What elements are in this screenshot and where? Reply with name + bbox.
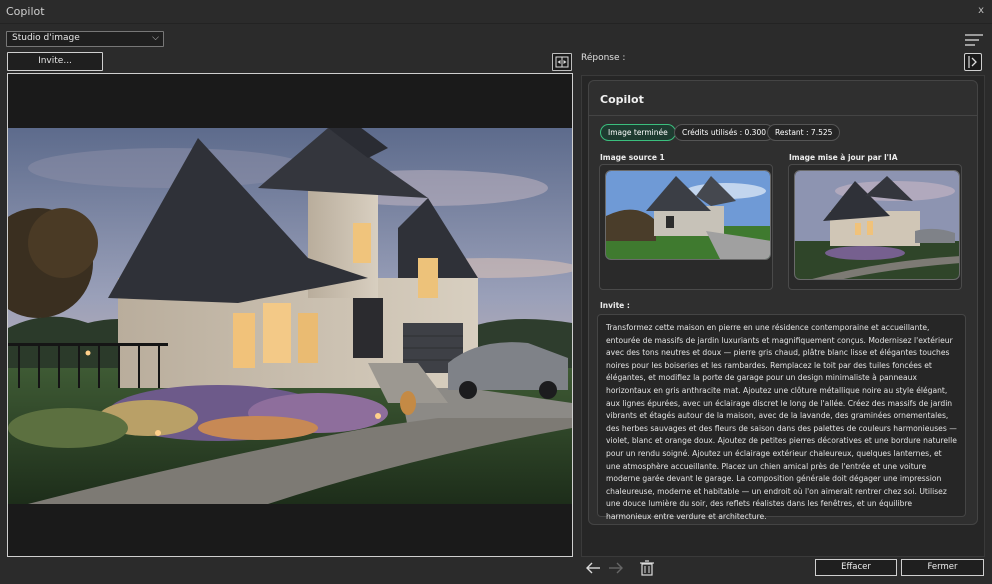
prompt-text[interactable]: Transformez cette maison en pierre en un… [597, 314, 966, 521]
collapse-panel-icon [968, 56, 977, 68]
window-title: Copilot [6, 5, 45, 18]
studio-select[interactable]: Studio d'image ⌵ [6, 31, 164, 47]
menu-button[interactable] [963, 31, 985, 49]
source-image-label: Image source 1 [600, 153, 665, 162]
invite-button[interactable]: Invite... [7, 52, 103, 71]
clear-button[interactable]: Effacer [815, 559, 897, 576]
updated-image-thumbnail[interactable] [794, 170, 960, 280]
collapse-panel-button[interactable] [964, 53, 982, 71]
arrow-right-icon [609, 562, 623, 574]
response-label: Réponse : [581, 53, 626, 63]
delete-button[interactable] [637, 559, 657, 577]
previous-button[interactable] [583, 559, 603, 577]
source-image-thumbnail[interactable] [605, 170, 771, 260]
window-titlebar: Copilot x [0, 0, 992, 24]
studio-select-value: Studio d'image [12, 33, 80, 43]
chevron-down-icon: ⌵ [152, 33, 159, 43]
close-window-button[interactable]: x [978, 5, 984, 16]
image-canvas-frame[interactable] [7, 73, 573, 557]
status-badge: Image terminée [600, 124, 676, 141]
credits-badge: Crédits utilisés : 0.300 [674, 124, 774, 141]
swap-panels-button[interactable] [552, 53, 572, 71]
house-image [8, 128, 572, 504]
arrow-left-icon [586, 562, 600, 574]
prompt-label: Invite : [600, 301, 630, 310]
card-title: Copilot [600, 93, 644, 106]
trash-icon [640, 560, 654, 576]
card-header: Copilot [589, 81, 977, 116]
close-button[interactable]: Fermer [901, 559, 984, 576]
remaining-badge: Restant : 7.525 [767, 124, 841, 141]
next-button[interactable] [606, 559, 626, 577]
swap-panels-icon [555, 56, 569, 68]
menu-lines-icon [965, 34, 983, 46]
updated-image-label: Image mise à jour par l'IA [789, 153, 898, 162]
